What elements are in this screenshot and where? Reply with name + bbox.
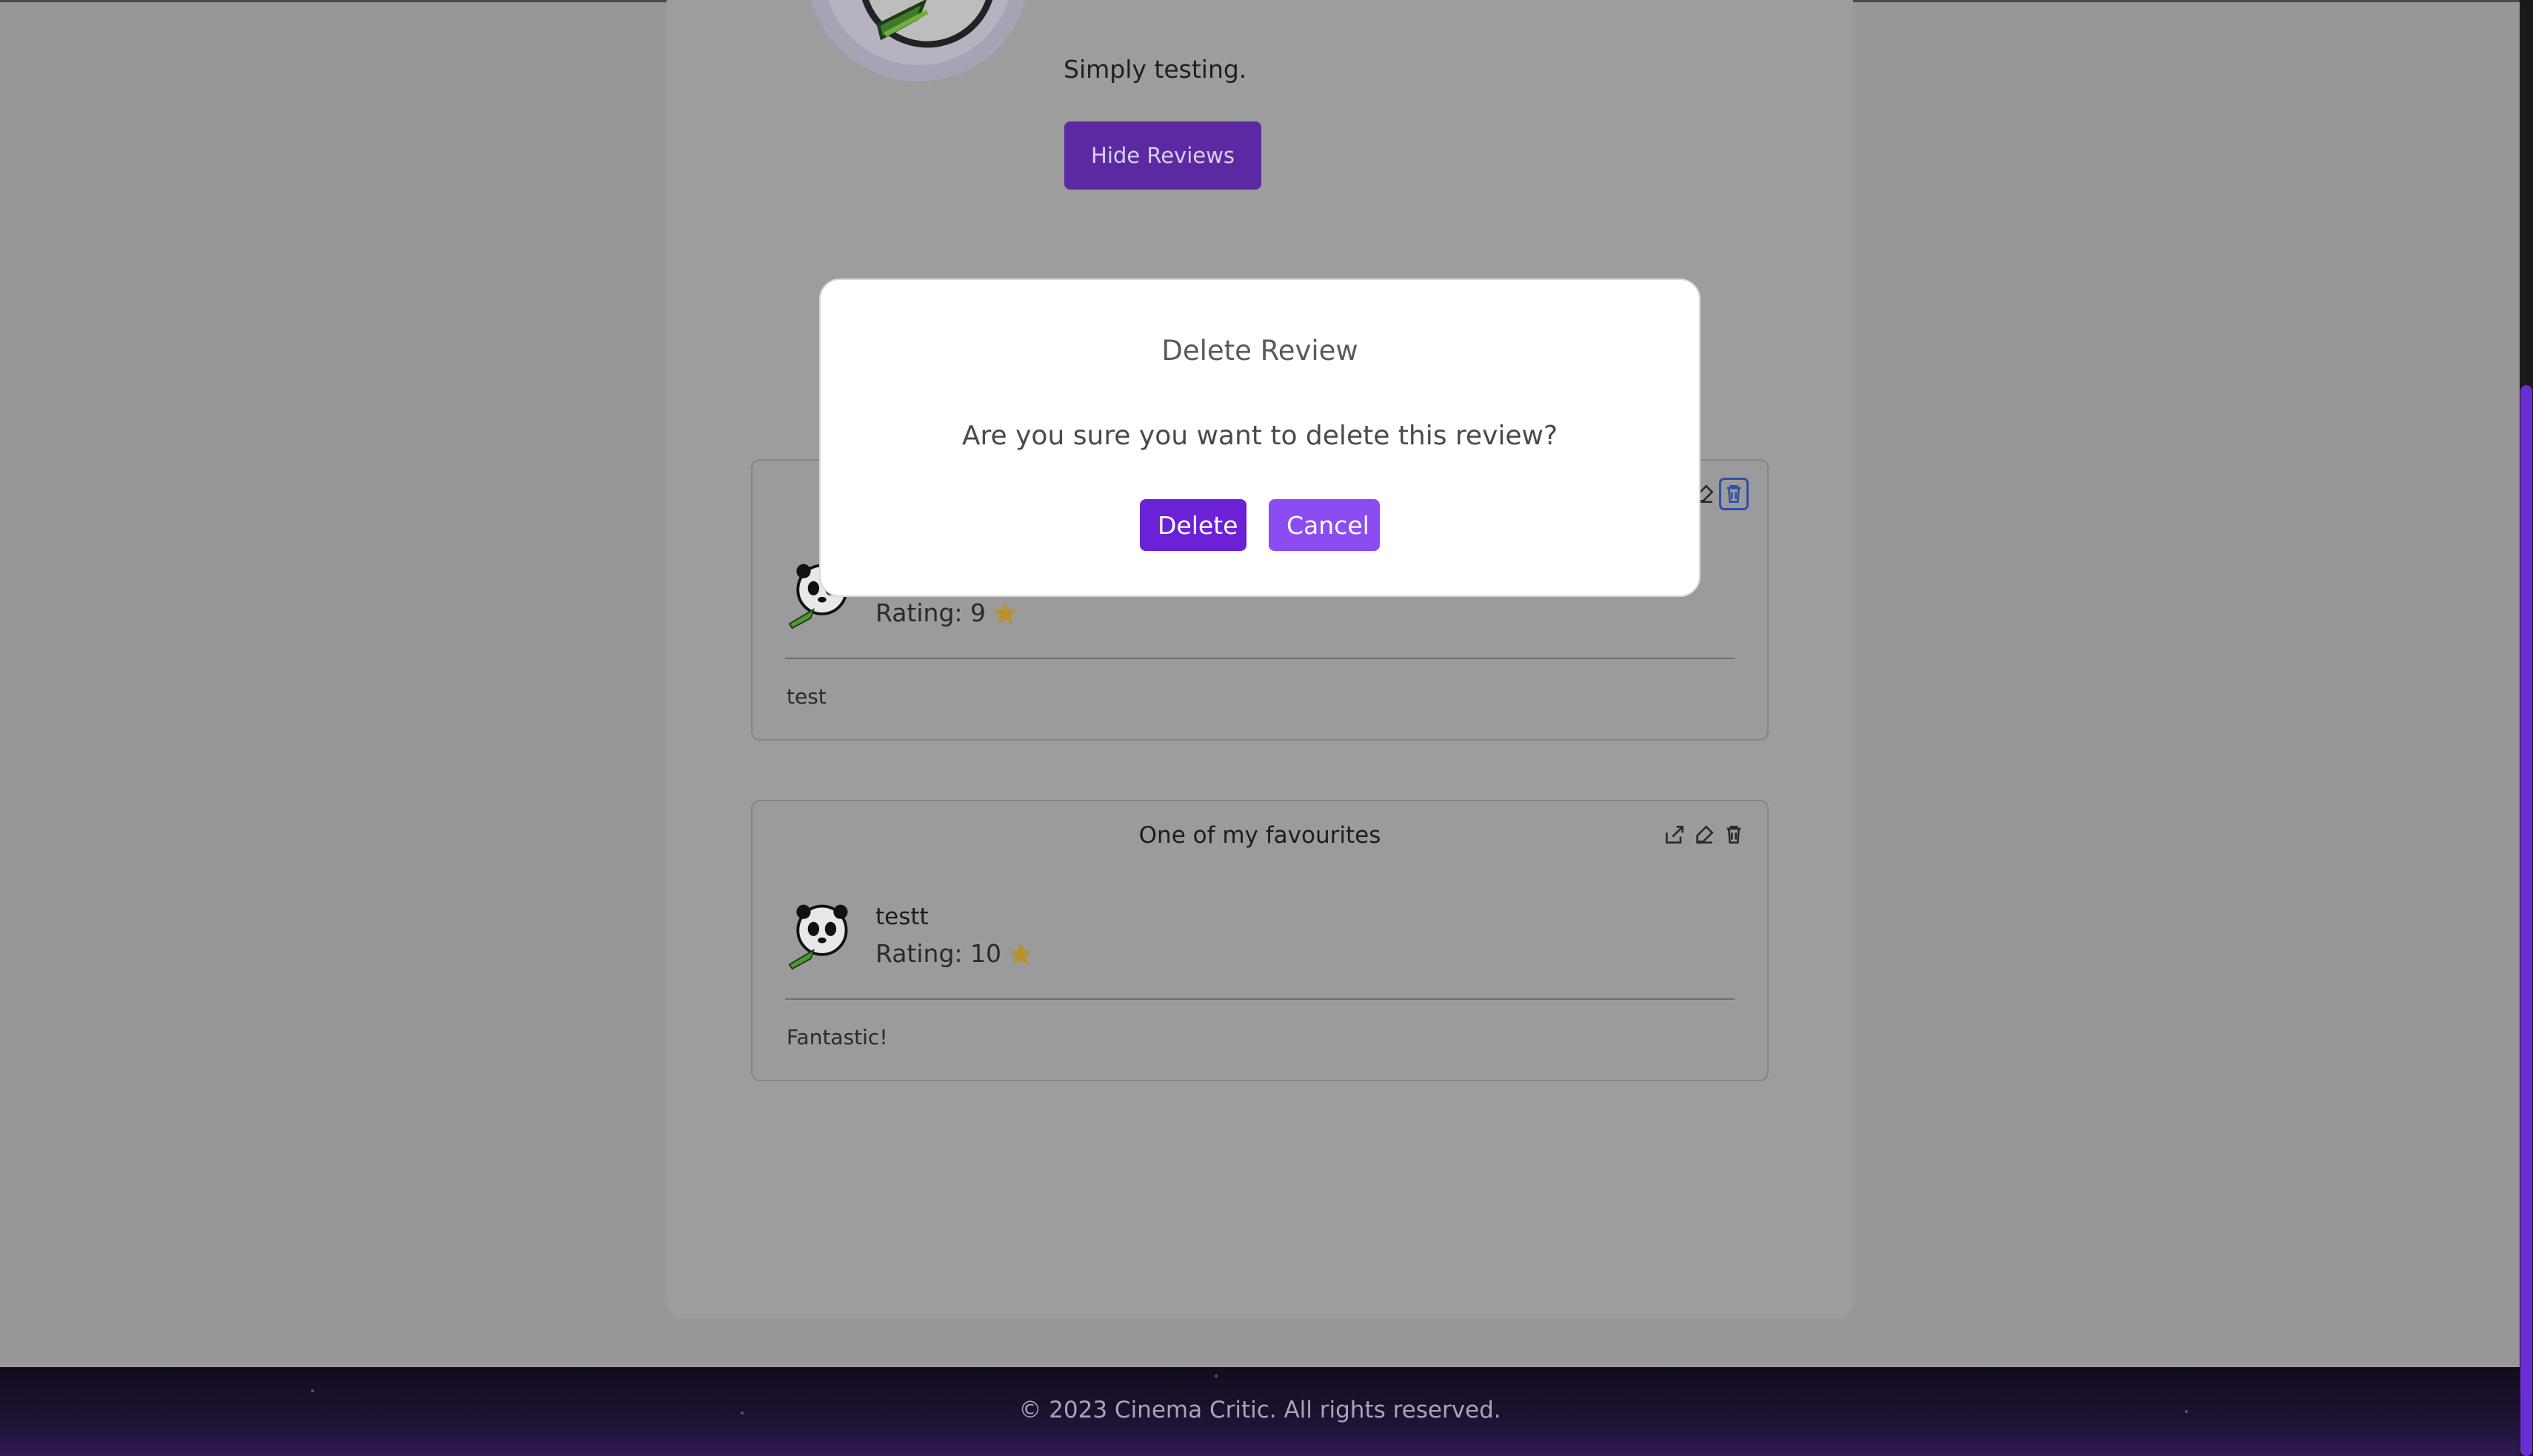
modal-title: Delete Review bbox=[1161, 335, 1358, 367]
panda-avatar-icon bbox=[861, 0, 993, 48]
delete-review-modal: Delete Review Are you sure you want to d… bbox=[819, 278, 1701, 597]
review-title: One of my favourites bbox=[1138, 822, 1381, 849]
share-icon[interactable] bbox=[1662, 821, 1687, 849]
review-rating: Rating: 9 bbox=[875, 598, 1018, 627]
rating-label: Rating: 9 bbox=[875, 598, 986, 627]
review-card: One of my favourites testt Rating: 10 Fa bbox=[751, 800, 1769, 1081]
rating-label: Rating: 10 bbox=[875, 939, 1001, 968]
modal-message: Are you sure you want to delete this rev… bbox=[961, 421, 1558, 451]
edit-icon[interactable] bbox=[1692, 821, 1717, 849]
review-body: Fantastic! bbox=[787, 1025, 888, 1049]
review-body: test bbox=[787, 684, 827, 709]
reviewer-name: testt bbox=[875, 904, 929, 930]
scrollbar-thumb[interactable] bbox=[2520, 385, 2532, 1456]
star-icon bbox=[994, 601, 1016, 624]
profile-bio: Simply testing. bbox=[1064, 55, 1247, 84]
hide-reviews-button[interactable]: Hide Reviews bbox=[1064, 121, 1261, 190]
modal-buttons: Delete Cancel bbox=[821, 499, 1699, 551]
star-decoration bbox=[1215, 1375, 1218, 1377]
star-decoration bbox=[311, 1389, 314, 1392]
review-actions bbox=[1662, 821, 1746, 849]
footer: © 2023 Cinema Critic. All rights reserve… bbox=[0, 1367, 2520, 1456]
confirm-delete-button[interactable]: Delete bbox=[1140, 499, 1247, 551]
footer-copyright: © 2023 Cinema Critic. All rights reserve… bbox=[1018, 1397, 1501, 1423]
page-backdrop: Simply testing. Hide Reviews Rating: 9 t… bbox=[0, 0, 2520, 1456]
cancel-button[interactable]: Cancel bbox=[1269, 499, 1380, 551]
panda-avatar-icon bbox=[788, 904, 848, 970]
review-rating: Rating: 10 bbox=[875, 939, 1034, 968]
trash-icon[interactable] bbox=[1721, 821, 1746, 849]
star-icon bbox=[1009, 942, 1032, 964]
trash-icon[interactable] bbox=[1719, 478, 1749, 510]
divider bbox=[785, 658, 1735, 659]
divider bbox=[785, 998, 1735, 1000]
